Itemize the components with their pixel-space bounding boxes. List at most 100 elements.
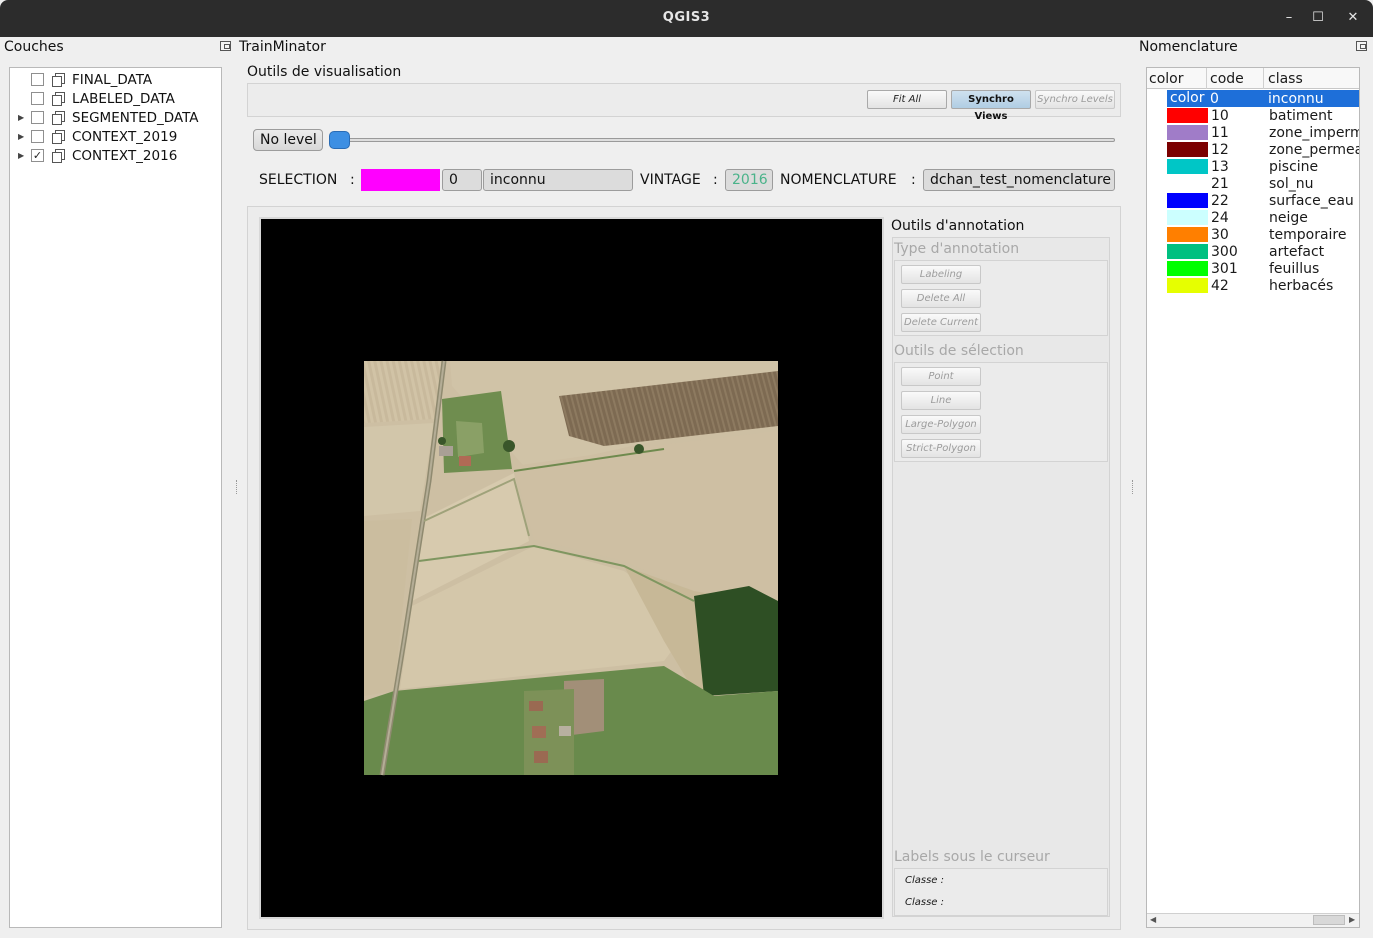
layer-item-segmented-data[interactable]: ▶ SEGMENTED_DATA: [18, 108, 199, 127]
annotation-type-title: Type d'annotation: [894, 241, 1020, 257]
layers-tree[interactable]: FINAL_DATA LABELED_DATA ▶ SEGMENTED_DATA…: [9, 67, 222, 928]
table-row[interactable]: 11 zone_imperm: [1148, 124, 1360, 141]
cursor-labels-title: Labels sous le curseur: [894, 849, 1050, 865]
header-divider: [1206, 68, 1207, 89]
class-color-swatch: [1167, 261, 1208, 276]
table-row[interactable]: 30 temporaire: [1148, 226, 1359, 243]
map-canvas[interactable]: [259, 217, 884, 919]
layer-group-icon: [51, 72, 65, 87]
undock-icon[interactable]: [1356, 41, 1367, 51]
layer-item-final-data[interactable]: FINAL_DATA: [18, 70, 152, 89]
fit-all-button[interactable]: Fit All: [867, 90, 947, 109]
layer-item-context-2016[interactable]: ▶ ✓ CONTEXT_2016: [18, 146, 177, 165]
table-row[interactable]: 10 batiment: [1148, 107, 1359, 124]
labeling-button[interactable]: Labeling: [901, 265, 981, 284]
class-code: 24: [1211, 209, 1229, 226]
layer-checkbox-checked[interactable]: ✓: [31, 149, 44, 162]
layer-item-context-2019[interactable]: ▶ CONTEXT_2019: [18, 127, 177, 146]
window-title: QGIS3: [662, 10, 711, 25]
layer-checkbox[interactable]: [31, 92, 44, 105]
line-button[interactable]: Line: [901, 391, 981, 410]
layer-group-icon: [51, 91, 65, 106]
scrollbar-thumb[interactable]: [1313, 915, 1345, 925]
class-name: temporaire: [1269, 226, 1347, 243]
table-row[interactable]: 12 zone_permea: [1148, 141, 1360, 158]
minimize-icon[interactable]: –: [1279, 8, 1299, 28]
expand-arrow-icon[interactable]: ▶: [18, 151, 28, 160]
point-button[interactable]: Point: [901, 367, 981, 386]
expand-arrow-icon[interactable]: ▶: [18, 113, 28, 122]
close-icon[interactable]: ✕: [1343, 8, 1363, 28]
class-name: zone_imperm: [1269, 124, 1360, 141]
class-name: feuillus: [1269, 260, 1320, 277]
table-row[interactable]: 301 feuillus: [1148, 260, 1359, 277]
layer-checkbox[interactable]: [31, 130, 44, 143]
table-row[interactable]: 24 neige: [1148, 209, 1359, 226]
synchro-views-button[interactable]: Synchro Views: [951, 90, 1031, 122]
layers-panel-title: Couches: [4, 39, 64, 55]
layer-label: FINAL_DATA: [72, 71, 153, 88]
class-color-swatch: [1167, 108, 1208, 123]
layer-label: CONTEXT_2019: [72, 128, 178, 145]
selection-class-field: inconnu: [483, 169, 633, 191]
aerial-image: [364, 360, 778, 776]
scroll-right-icon[interactable]: ▶: [1349, 915, 1355, 924]
layer-group-icon: [51, 148, 65, 163]
layer-group-icon: [51, 129, 65, 144]
class-color-swatch: [1167, 176, 1208, 191]
level-button[interactable]: No level: [253, 129, 323, 151]
class-code: 301: [1211, 260, 1238, 277]
delete-all-button[interactable]: Delete All: [901, 289, 981, 308]
nomenclature-panel-title: Nomenclature: [1139, 39, 1238, 55]
table-row[interactable]: color 0 inconnu: [1167, 90, 1359, 107]
large-polygon-button[interactable]: Large-Polygon: [901, 415, 981, 434]
delete-current-button[interactable]: Delete Current: [901, 313, 981, 332]
class-name: herbacés: [1269, 277, 1334, 294]
header-code[interactable]: code: [1210, 71, 1244, 87]
level-slider-handle[interactable]: [329, 131, 350, 149]
layer-item-labeled-data[interactable]: LABELED_DATA: [18, 89, 175, 108]
table-row[interactable]: 21 sol_nu: [1148, 175, 1359, 192]
cursor-labels-group: Classe : Classe :: [894, 868, 1108, 916]
synchro-levels-button[interactable]: Synchro Levels: [1035, 90, 1115, 109]
table-row[interactable]: 300 artefact: [1148, 243, 1359, 260]
table-header: color code class: [1147, 68, 1359, 89]
table-row[interactable]: 22 surface_eau: [1148, 192, 1359, 209]
table-row[interactable]: 13 piscine: [1148, 158, 1359, 175]
strict-polygon-button[interactable]: Strict-Polygon: [901, 439, 981, 458]
class-code: 30: [1211, 226, 1229, 243]
undock-icon[interactable]: [220, 41, 231, 51]
horizontal-scrollbar[interactable]: ◀ ▶: [1147, 913, 1359, 927]
layer-checkbox[interactable]: [31, 73, 44, 86]
class-name: neige: [1269, 209, 1308, 226]
cursor-class-label: Classe :: [905, 875, 945, 886]
nomenclature-value: dchan_test_nomenclature: [923, 169, 1115, 191]
selection-code-field: 0: [442, 169, 482, 191]
header-color[interactable]: color: [1149, 71, 1183, 87]
visualisation-toolbar: Fit All Synchro Views Synchro Levels: [247, 83, 1121, 122]
layer-label: SEGMENTED_DATA: [72, 109, 199, 126]
class-code: 12: [1211, 141, 1229, 158]
class-code: 42: [1211, 277, 1229, 294]
class-code: 21: [1211, 175, 1229, 192]
splitter-handle[interactable]: [1132, 480, 1134, 494]
expand-arrow-icon[interactable]: ▶: [18, 132, 28, 141]
class-code: 13: [1211, 158, 1229, 175]
class-code: 0: [1210, 90, 1219, 107]
level-slider-track[interactable]: [330, 138, 1115, 142]
scroll-left-icon[interactable]: ◀: [1150, 915, 1156, 924]
maximize-icon[interactable]: ☐: [1308, 8, 1328, 28]
class-name: sol_nu: [1269, 175, 1314, 192]
class-name: zone_permea: [1269, 141, 1360, 158]
class-color-swatch: [1167, 278, 1208, 293]
header-class[interactable]: class: [1268, 71, 1303, 87]
splitter-handle[interactable]: [236, 480, 238, 494]
layer-label: LABELED_DATA: [72, 90, 175, 107]
vintage-value: 2016: [725, 169, 773, 191]
layer-checkbox[interactable]: [31, 111, 44, 124]
class-code: 22: [1211, 192, 1229, 209]
table-row[interactable]: 42 herbacés: [1148, 277, 1359, 294]
class-color-swatch: [1167, 193, 1208, 208]
annotation-type-group: Labeling Delete All Delete Current: [894, 260, 1108, 336]
nomenclature-table[interactable]: color code class color 0 inconnu 10 batiment…: [1146, 67, 1360, 928]
